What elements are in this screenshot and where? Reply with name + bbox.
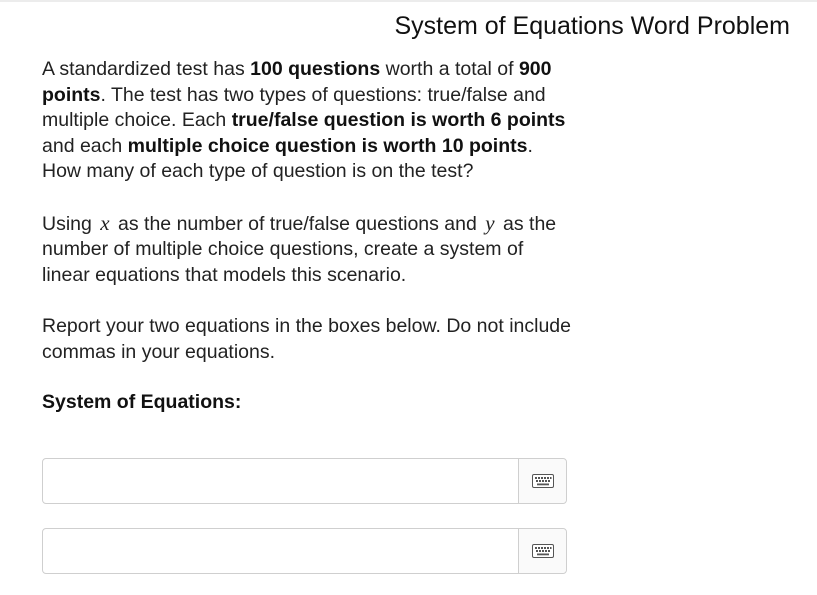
report-paragraph: Report your two equations in the boxes b… <box>42 315 571 363</box>
keyboard-icon <box>531 544 554 558</box>
keyboard-button-2[interactable] <box>518 529 566 573</box>
problem-paragraph: A standardized test has 100 questions wo… <box>42 57 572 185</box>
equation-box-1 <box>42 458 567 504</box>
instruction-paragraph: Using x as the number of true/false ques… <box>42 211 572 289</box>
section-label: System of Equations: <box>42 391 242 413</box>
problem-text: and each <box>42 134 128 157</box>
instruction-text: as the number of true/false questions an… <box>118 212 477 235</box>
problem-content: A standardized test has 100 questions wo… <box>42 57 572 414</box>
problem-text: worth a total of <box>380 58 519 80</box>
problem-text-bold: true/false question is worth 6 points <box>231 109 566 131</box>
keyboard-button-1[interactable] <box>518 459 566 503</box>
variable-y: y <box>485 210 495 235</box>
problem-text-bold: 100 questions <box>250 58 381 80</box>
equation-input-2[interactable] <box>43 529 520 573</box>
problem-text: A standardized test has <box>42 58 251 80</box>
keyboard-icon <box>531 474 554 488</box>
equation-input-1[interactable] <box>43 459 520 503</box>
instruction-text: Using <box>42 212 92 235</box>
page-title: System of Equations Word Problem <box>394 12 790 40</box>
variable-x: x <box>100 210 110 235</box>
problem-text-bold: multiple choice question is worth 10 poi… <box>127 134 528 157</box>
equation-box-2 <box>42 528 567 574</box>
top-divider <box>0 0 817 2</box>
